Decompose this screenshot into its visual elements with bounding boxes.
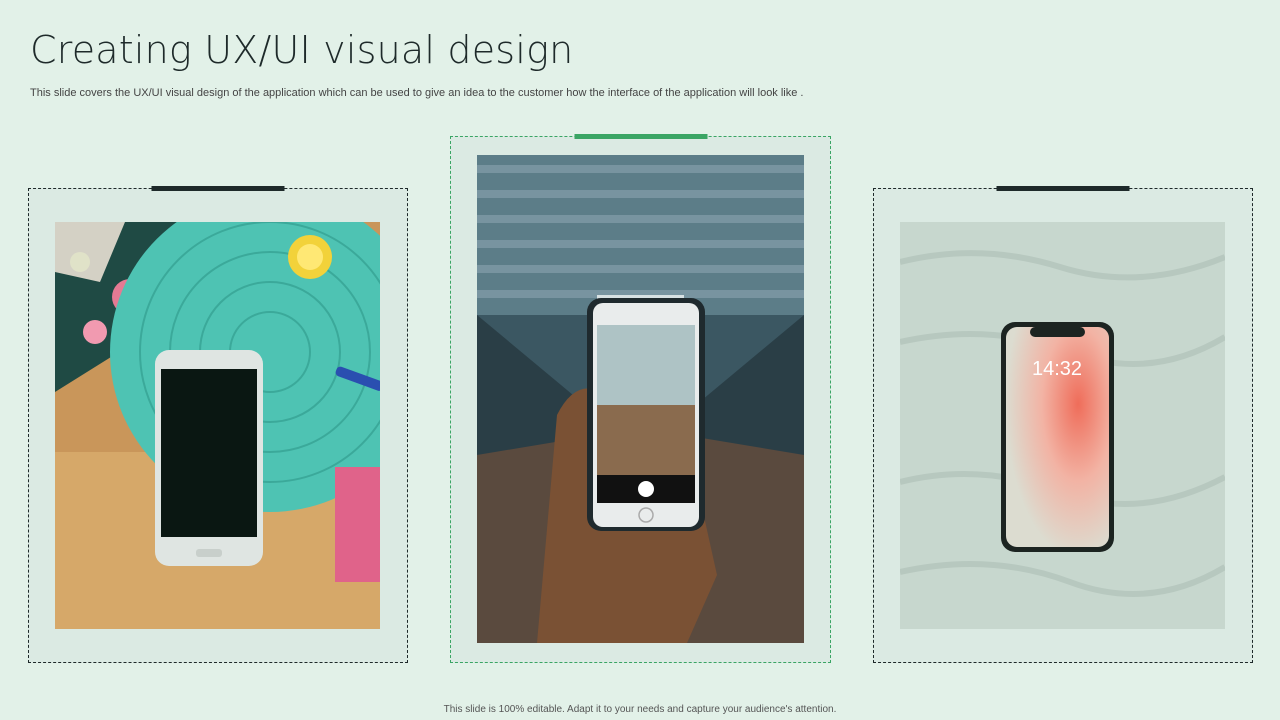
phone-on-table-photo [55, 222, 380, 629]
slide-title: Creating UX/UI visual design [30, 28, 574, 72]
svg-text:14:32: 14:32 [1032, 358, 1082, 380]
card-accent-bar [151, 186, 285, 191]
image-card-2 [450, 134, 831, 663]
card-accent-bar [996, 186, 1130, 191]
slide-subtitle: This slide covers the UX/UI visual desig… [30, 87, 804, 99]
image-card-3: 14:32 [873, 186, 1253, 663]
image-card-1 [28, 186, 408, 663]
hand-holding-phone-photo [477, 155, 804, 643]
phone-lock-screen-photo: 14:32 [900, 222, 1225, 629]
card-accent-bar [574, 134, 707, 139]
slide-footer: This slide is 100% editable. Adapt it to… [443, 704, 837, 715]
